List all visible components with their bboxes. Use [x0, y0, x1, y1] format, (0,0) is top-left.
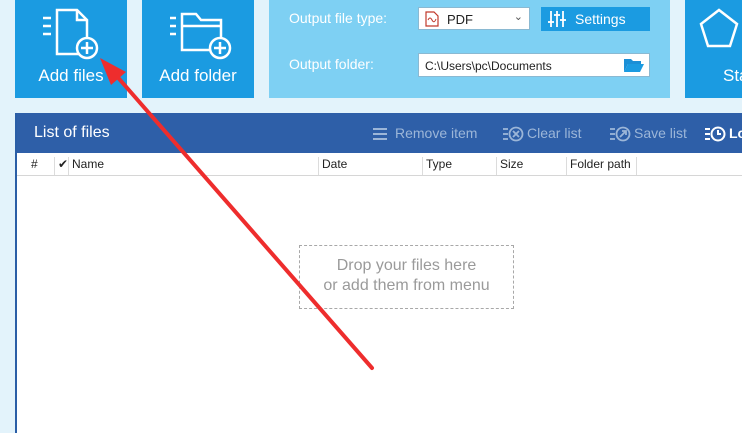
drop-zone-line-1: Drop your files here — [336, 257, 477, 274]
add-files-button[interactable]: Add files — [15, 0, 127, 98]
settings-label: Settings — [575, 11, 626, 27]
clear-list-icon — [503, 126, 524, 142]
pdf-file-icon — [425, 11, 439, 27]
settings-button[interactable]: Settings — [541, 7, 650, 31]
output-folder-path: C:\Users\pc\Documents — [425, 59, 552, 73]
clear-list-button[interactable]: Clear list — [502, 125, 581, 142]
load-list-icon — [705, 126, 726, 142]
file-list-header: List of files Remove item Clear list Sav… — [17, 113, 742, 153]
output-file-type-select[interactable]: PDF ⌄ — [418, 7, 530, 30]
save-list-button[interactable]: Save list — [609, 125, 687, 142]
output-file-type-value: PDF — [447, 12, 473, 27]
column-type[interactable]: Type — [423, 157, 497, 175]
column-folder-path[interactable]: Folder path — [567, 157, 637, 175]
column-check[interactable]: ✔ — [55, 157, 69, 175]
load-list-button[interactable]: Lo — [704, 125, 742, 142]
file-list-panel: List of files Remove item Clear list Sav… — [15, 113, 742, 433]
start-button[interactable]: Sta — [685, 0, 742, 98]
clear-list-label: Clear list — [527, 125, 582, 141]
remove-item-button[interactable]: Remove item — [372, 125, 477, 142]
column-name[interactable]: Name — [69, 157, 319, 175]
remove-item-icon — [373, 128, 387, 140]
save-list-icon — [610, 126, 631, 142]
save-list-label: Save list — [634, 125, 687, 141]
chevron-down-icon: ⌄ — [513, 11, 523, 23]
add-file-icon — [43, 8, 99, 60]
drop-zone[interactable]: Drop your files here or add them from me… — [299, 245, 514, 309]
add-folder-label: Add folder — [159, 66, 237, 85]
sliders-icon — [548, 11, 566, 27]
remove-item-label: Remove item — [395, 125, 478, 141]
output-options-panel: Output file type: PDF ⌄ Settings Output … — [269, 0, 670, 98]
add-folder-button[interactable]: Add folder — [142, 0, 254, 98]
start-label: Sta — [723, 66, 742, 85]
file-list-title: List of files — [34, 124, 110, 141]
file-list-columns: # ✔ Name Date Type Size Folder path — [17, 153, 742, 176]
open-folder-icon[interactable] — [623, 57, 645, 73]
start-icon — [699, 8, 739, 48]
output-file-type-label: Output file type: — [289, 10, 388, 26]
column-date[interactable]: Date — [319, 157, 423, 175]
add-folder-icon — [170, 12, 232, 60]
output-folder-label: Output folder: — [289, 56, 374, 72]
drop-zone-line-2: or add them from menu — [323, 277, 490, 294]
column-size[interactable]: Size — [497, 157, 567, 175]
column-number[interactable]: # — [21, 157, 55, 175]
load-list-label: Lo — [729, 125, 742, 141]
output-folder-field[interactable]: C:\Users\pc\Documents — [418, 53, 650, 77]
add-files-label: Add files — [38, 66, 104, 85]
